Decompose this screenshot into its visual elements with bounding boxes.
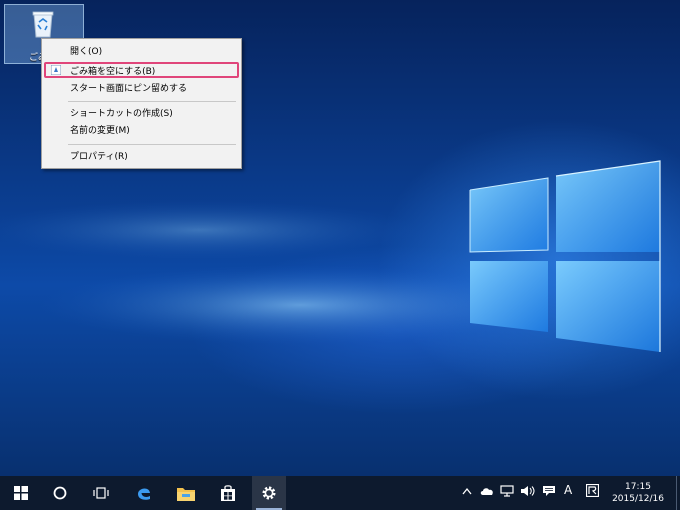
settings-gear-icon bbox=[262, 486, 276, 500]
windows-start-icon bbox=[14, 486, 28, 500]
system-tray: A bbox=[462, 483, 607, 502]
menu-item-empty-recycle-bin[interactable]: ごみ箱を空にする(B) bbox=[70, 66, 155, 78]
taskbar-clock[interactable]: 17:15 2015/12/16 bbox=[606, 481, 670, 505]
menu-item-create-shortcut[interactable]: ショートカットの作成(S) bbox=[70, 108, 173, 120]
clock-date: 2015/12/16 bbox=[612, 494, 664, 504]
chevron-up-icon[interactable] bbox=[462, 487, 472, 495]
taskbar: A 17:15 2015/12/16 bbox=[0, 476, 680, 510]
settings-button[interactable] bbox=[252, 476, 286, 510]
task-view-icon bbox=[93, 487, 109, 499]
store-button[interactable] bbox=[212, 476, 244, 510]
recycle-bin-icon bbox=[32, 11, 54, 38]
admin-shield-icon bbox=[51, 65, 61, 75]
menu-item-rename[interactable]: 名前の変更(M) bbox=[70, 125, 130, 137]
cortana-search-icon bbox=[53, 486, 67, 500]
edge-browser-button[interactable] bbox=[128, 476, 160, 510]
store-icon bbox=[221, 485, 235, 501]
onedrive-cloud-icon[interactable] bbox=[480, 486, 494, 496]
edge-browser-icon bbox=[138, 488, 150, 500]
menu-item-open[interactable]: 開く(O) bbox=[70, 46, 102, 58]
action-center-icon[interactable] bbox=[542, 485, 556, 497]
file-explorer-icon bbox=[177, 487, 195, 501]
cortana-search-button[interactable] bbox=[44, 476, 76, 510]
network-icon[interactable] bbox=[500, 485, 514, 497]
task-view-button[interactable] bbox=[85, 476, 117, 510]
start-button[interactable] bbox=[5, 476, 37, 510]
clock-time: 17:15 bbox=[625, 482, 651, 492]
show-desktop-button[interactable] bbox=[676, 476, 680, 510]
menu-item-properties[interactable]: プロパティ(R) bbox=[70, 151, 128, 163]
menu-separator bbox=[68, 144, 236, 145]
ime-pad-icon[interactable] bbox=[586, 484, 599, 497]
desktop[interactable]: ごみ 開く(O) ごみ箱を空にする(B) スタート画面にピン留めする ショートカ… bbox=[0, 0, 680, 476]
ime-indicator[interactable]: A bbox=[564, 483, 572, 497]
volume-icon[interactable] bbox=[520, 485, 536, 497]
file-explorer-button[interactable] bbox=[170, 476, 202, 510]
context-menu: 開く(O) ごみ箱を空にする(B) スタート画面にピン留めする ショートカットの… bbox=[41, 38, 242, 169]
menu-item-pin-to-start[interactable]: スタート画面にピン留めする bbox=[70, 83, 187, 95]
menu-separator bbox=[68, 101, 236, 102]
